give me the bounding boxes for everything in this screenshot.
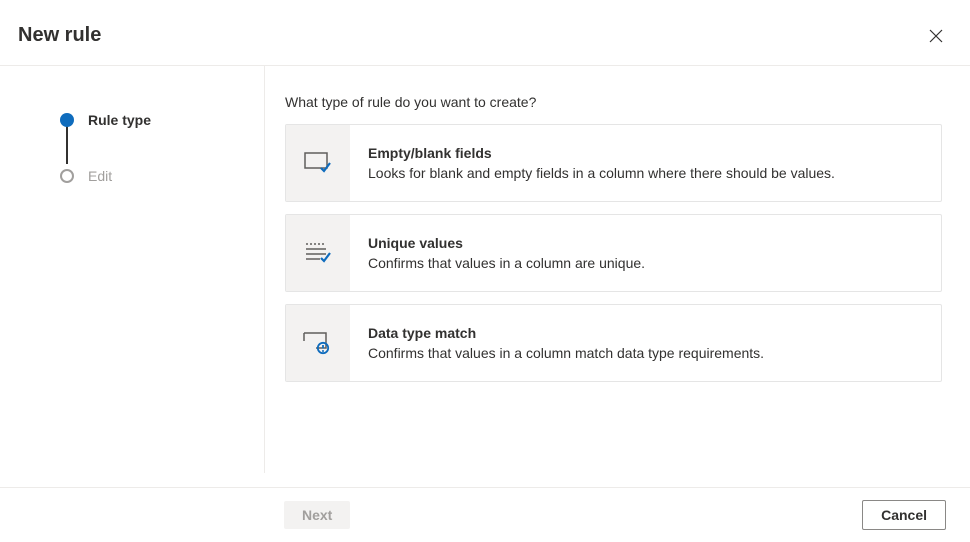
- cancel-button[interactable]: Cancel: [862, 500, 946, 530]
- option-text: Unique values Confirms that values in a …: [350, 215, 663, 291]
- dialog-header: New rule: [0, 0, 970, 66]
- dialog-body: Rule type Edit What type of rule do you …: [0, 66, 970, 473]
- next-button[interactable]: Next: [284, 501, 350, 529]
- step-connector: [66, 124, 68, 164]
- option-icon-wrap: [286, 125, 350, 201]
- footer-left: Next: [24, 501, 350, 529]
- rect-alert-icon: [303, 331, 333, 355]
- option-title: Unique values: [368, 235, 645, 251]
- option-desc: Looks for blank and empty fields in a co…: [368, 165, 835, 181]
- option-icon-wrap: [286, 305, 350, 381]
- option-desc: Confirms that values in a column are uni…: [368, 255, 645, 271]
- option-title: Empty/blank fields: [368, 145, 835, 161]
- empty-check-icon: [304, 151, 332, 175]
- option-unique-values[interactable]: Unique values Confirms that values in a …: [285, 214, 942, 292]
- option-text: Empty/blank fields Looks for blank and e…: [350, 125, 853, 201]
- main-panel: What type of rule do you want to create?…: [265, 66, 970, 473]
- option-icon-wrap: [286, 215, 350, 291]
- option-data-type-match[interactable]: Data type match Confirms that values in …: [285, 304, 942, 382]
- close-button[interactable]: [926, 26, 946, 46]
- option-empty-blank[interactable]: Empty/blank fields Looks for blank and e…: [285, 124, 942, 202]
- list-check-icon: [304, 241, 332, 265]
- step-dot-inactive: [60, 169, 74, 183]
- dialog-title: New rule: [18, 24, 101, 47]
- step-label: Edit: [88, 168, 112, 184]
- step-sidebar: Rule type Edit: [0, 66, 265, 473]
- option-desc: Confirms that values in a column match d…: [368, 345, 764, 361]
- option-title: Data type match: [368, 325, 764, 341]
- step-edit: Edit: [60, 162, 264, 190]
- option-text: Data type match Confirms that values in …: [350, 305, 782, 381]
- step-dot-active: [60, 113, 74, 127]
- dialog-footer: Next Cancel: [0, 487, 970, 542]
- rule-type-prompt: What type of rule do you want to create?: [285, 94, 942, 110]
- step-list: Rule type Edit: [60, 106, 264, 190]
- close-icon: [929, 29, 943, 43]
- footer-right: Cancel: [862, 500, 946, 530]
- step-rule-type[interactable]: Rule type: [60, 106, 264, 134]
- step-label: Rule type: [88, 112, 151, 128]
